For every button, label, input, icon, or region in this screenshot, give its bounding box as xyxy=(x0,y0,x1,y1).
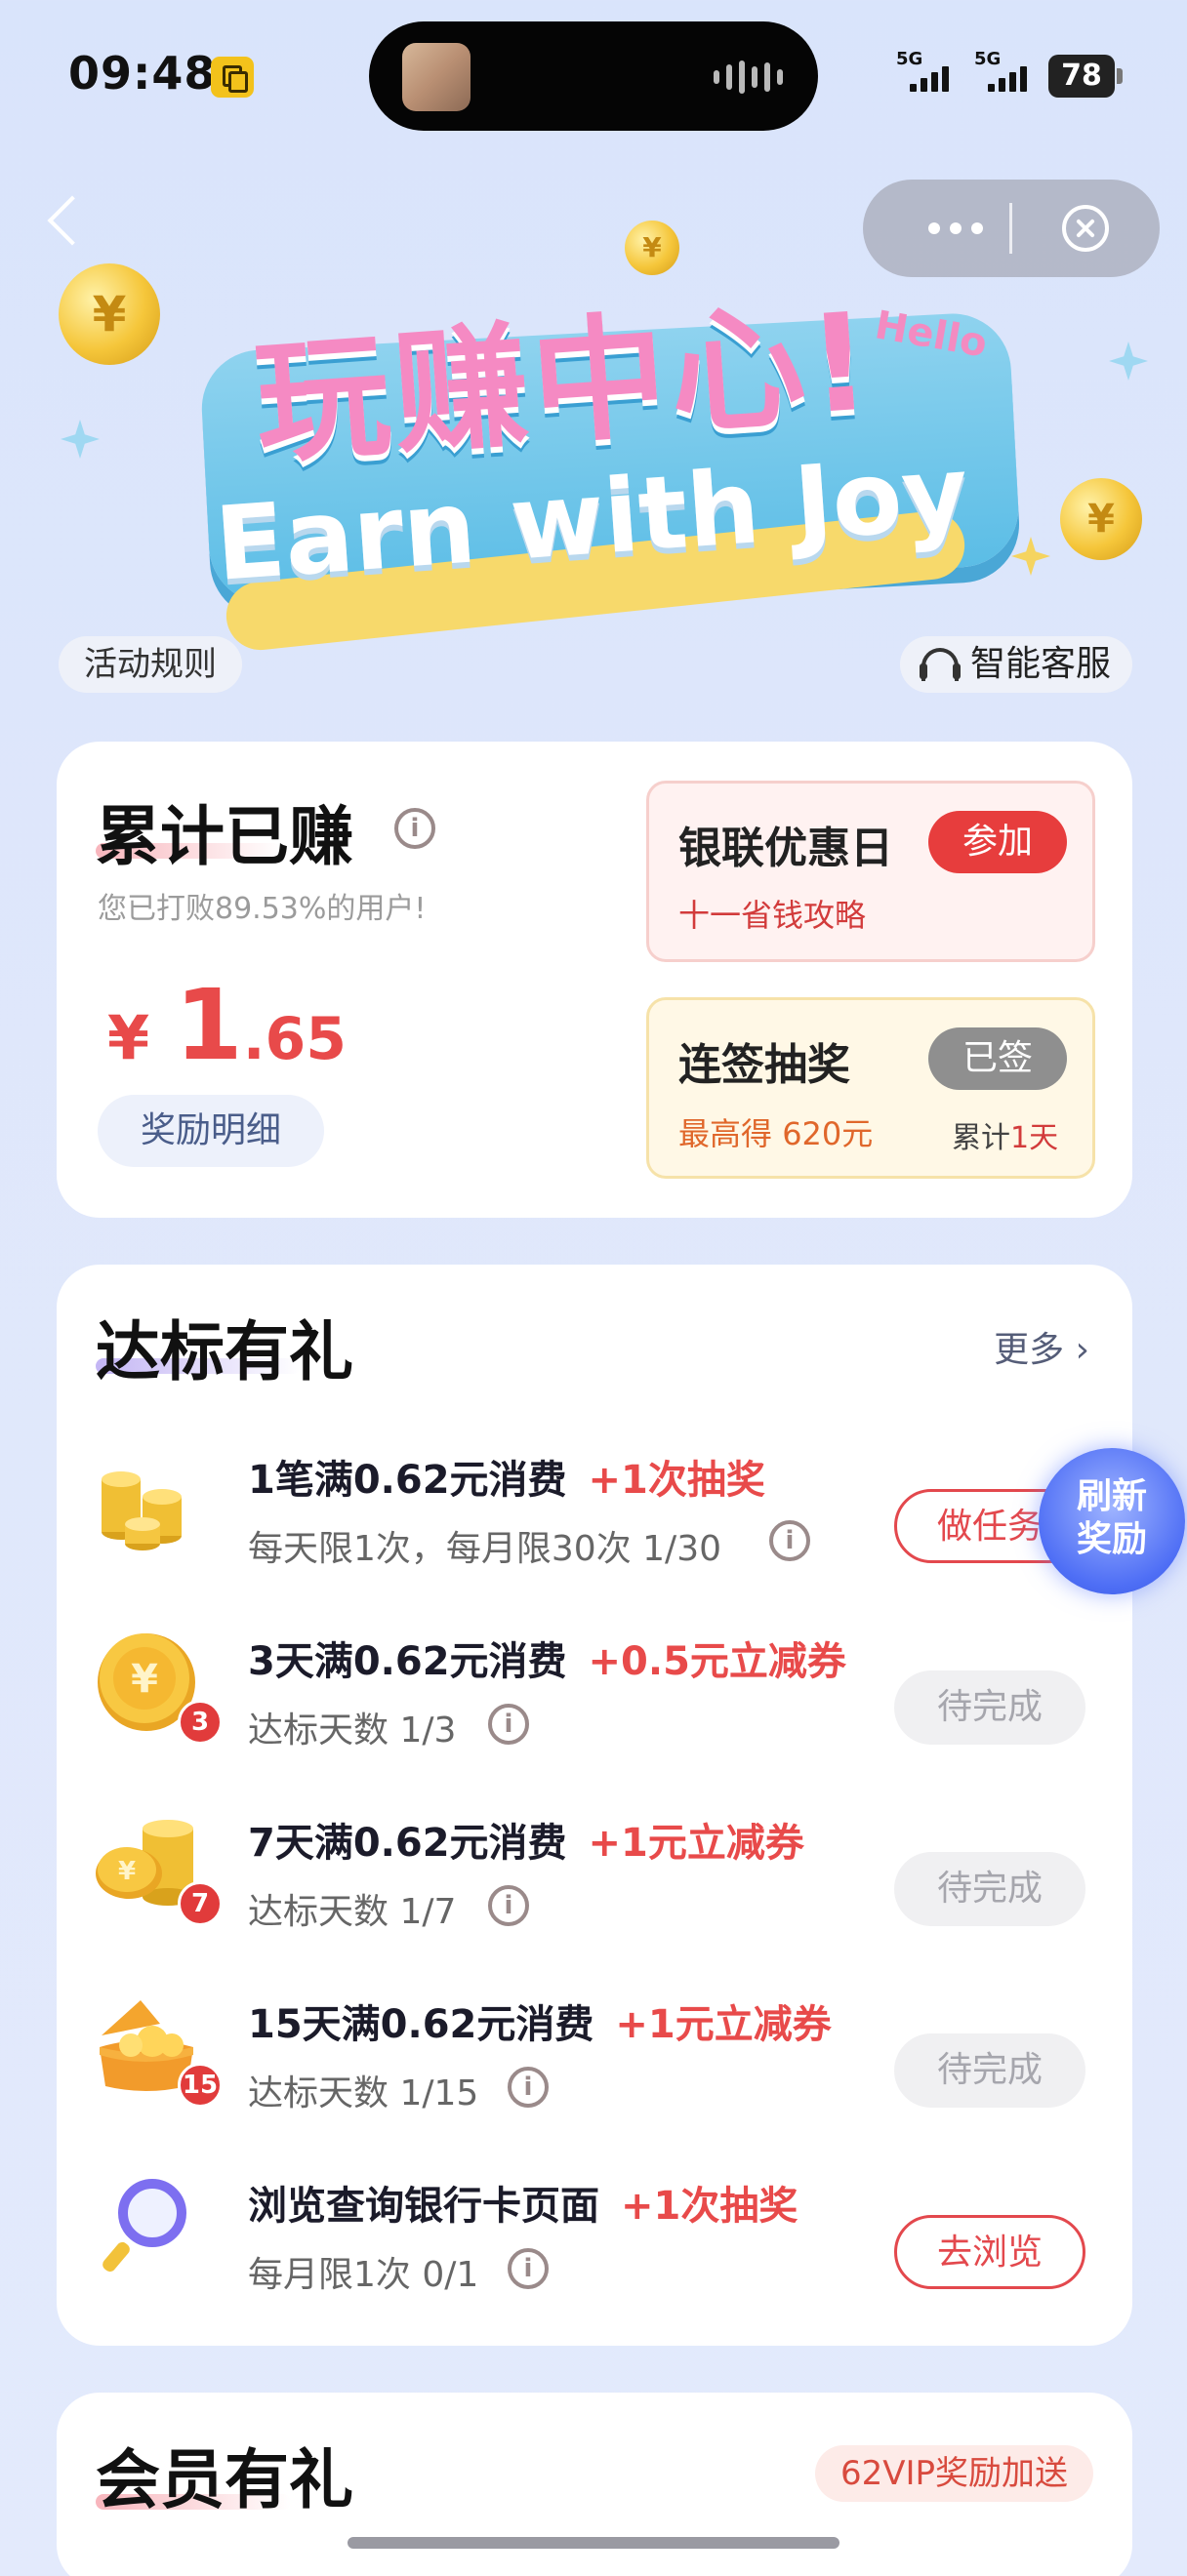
home-indicator[interactable] xyxy=(348,2537,839,2549)
day-count-badge: 15 xyxy=(178,2063,223,2108)
rules-button[interactable]: 活动规则 xyxy=(59,636,242,693)
earnings-title: 累计已赚 xyxy=(96,799,353,874)
vip-bonus-tag: 62VIP奖励加送 xyxy=(814,2445,1093,2502)
member-title: 会员有礼 xyxy=(96,2442,353,2517)
signin-max-reward: 最高得 620元 xyxy=(678,1115,874,1152)
media-thumbnail xyxy=(402,43,471,111)
info-icon[interactable]: i xyxy=(508,2067,549,2108)
info-icon[interactable]: i xyxy=(394,808,435,849)
signin-lottery-panel[interactable]: 连签抽奖 已签 最高得 620元 累计1天 xyxy=(646,997,1095,1179)
task-item: ¥ 7 7天满0.62元消费 +1元立减券 达标天数 1/7 i 待完成 xyxy=(57,1799,1132,1975)
earnings-subtitle: 您已打败89.53%的用户! xyxy=(98,892,427,926)
more-link[interactable]: 更多 › xyxy=(994,1321,1089,1372)
pending-button[interactable]: 待完成 xyxy=(894,1670,1085,1745)
status-time: 09:48 xyxy=(68,47,217,100)
unionpay-subtitle: 十一省钱攻略 xyxy=(678,897,867,934)
join-button[interactable]: 参加 xyxy=(928,811,1067,873)
back-icon[interactable] xyxy=(47,195,98,246)
signin-count: 累计1天 xyxy=(952,1121,1059,1155)
audio-wave-icon xyxy=(714,60,783,94)
banner-art: 玩赚中心! Earn with Joy Hello xyxy=(185,224,1025,654)
browse-button[interactable]: 去浏览 xyxy=(894,2215,1085,2289)
task-item: 15 15天满0.62元消费 +1元立减券 达标天数 1/15 i 待完成 xyxy=(57,1981,1132,2156)
task-progress: 每月限1次 0/1 xyxy=(248,2255,479,2295)
svg-text:¥: ¥ xyxy=(118,1857,136,1886)
hero-banner: 玩赚中心! Earn with Joy Hello 活动规则 智能客服 xyxy=(0,146,1187,732)
status-bar: 09:48 5G 5G 78 xyxy=(0,0,1187,146)
tasks-title: 达标有礼 xyxy=(96,1314,353,1389)
signal-icon: 5G xyxy=(974,49,1035,94)
info-icon[interactable]: i xyxy=(769,1520,810,1561)
reward-detail-button[interactable]: 奖励明细 xyxy=(98,1095,324,1167)
signin-title: 连签抽奖 xyxy=(678,1040,850,1090)
magnifier-icon xyxy=(102,2179,186,2273)
svg-text:¥: ¥ xyxy=(131,1657,158,1702)
pending-button[interactable]: 待完成 xyxy=(894,1852,1085,1926)
customer-service-button[interactable]: 智能客服 xyxy=(900,636,1133,693)
earnings-card: 累计已赚 i 您已打败89.53%的用户! ¥1.65 奖励明细 银联优惠日 参… xyxy=(57,742,1132,1218)
task-progress: 达标天数 1/15 xyxy=(248,2073,479,2113)
customer-service-label: 智能客服 xyxy=(970,644,1112,684)
battery-indicator: 78 xyxy=(1048,55,1123,98)
task-progress: 达标天数 1/7 xyxy=(248,1892,457,1932)
day-count-badge: 7 xyxy=(178,1881,223,1926)
info-icon[interactable]: i xyxy=(488,1704,529,1745)
signal-icon: 5G xyxy=(896,49,957,94)
coin-stack-icon xyxy=(102,1471,182,1550)
pending-button[interactable]: 待完成 xyxy=(894,2033,1085,2108)
star-decoration xyxy=(1109,342,1148,381)
task-progress: 达标天数 1/3 xyxy=(248,1711,457,1751)
info-icon[interactable]: i xyxy=(508,2248,549,2289)
unionpay-title: 银联优惠日 xyxy=(678,824,893,873)
clipboard-icon xyxy=(211,57,254,98)
close-icon[interactable] xyxy=(1062,205,1109,252)
earnings-amount: ¥1.65 xyxy=(107,968,348,1082)
refresh-rewards-button[interactable]: 刷新 奖励 xyxy=(1039,1448,1185,1594)
day-count-badge: 3 xyxy=(178,1700,223,1745)
headset-icon xyxy=(920,648,961,681)
task-item: ¥ 3 3天满0.62元消费 +0.5元立减券 达标天数 1/3 i 待完成 xyxy=(57,1618,1132,1793)
star-decoration xyxy=(61,420,100,459)
signed-button[interactable]: 已签 xyxy=(928,1027,1067,1090)
task-title: 浏览查询银行卡页面 +1次抽奖 xyxy=(248,2184,798,2229)
task-title: 3天满0.62元消费 +0.5元立减券 xyxy=(248,1639,846,1684)
task-title: 1笔满0.62元消费 +1次抽奖 xyxy=(248,1458,765,1503)
coin-decoration xyxy=(59,263,160,365)
info-icon[interactable]: i xyxy=(488,1885,529,1926)
task-item: 1笔满0.62元消费 +1次抽奖 每天限1次，每月限30次 1/30 i 做任务 xyxy=(57,1436,1132,1612)
coin-decoration xyxy=(1060,478,1142,560)
task-title: 15天满0.62元消费 +1元立减券 xyxy=(248,2002,832,2047)
task-title: 7天满0.62元消费 +1元立减券 xyxy=(248,1821,804,1866)
tasks-card: 达标有礼 更多 › 1笔满0.62元消费 +1次抽奖 每天限1次，每月限30次 1… xyxy=(57,1265,1132,2346)
task-item: 浏览查询银行卡页面 +1次抽奖 每月限1次 0/1 i 去浏览 xyxy=(57,2162,1132,2338)
dynamic-island[interactable] xyxy=(369,21,818,131)
unionpay-day-panel[interactable]: 银联优惠日 参加 十一省钱攻略 xyxy=(646,781,1095,962)
task-progress: 每天限1次，每月限30次 1/30 xyxy=(248,1529,721,1569)
